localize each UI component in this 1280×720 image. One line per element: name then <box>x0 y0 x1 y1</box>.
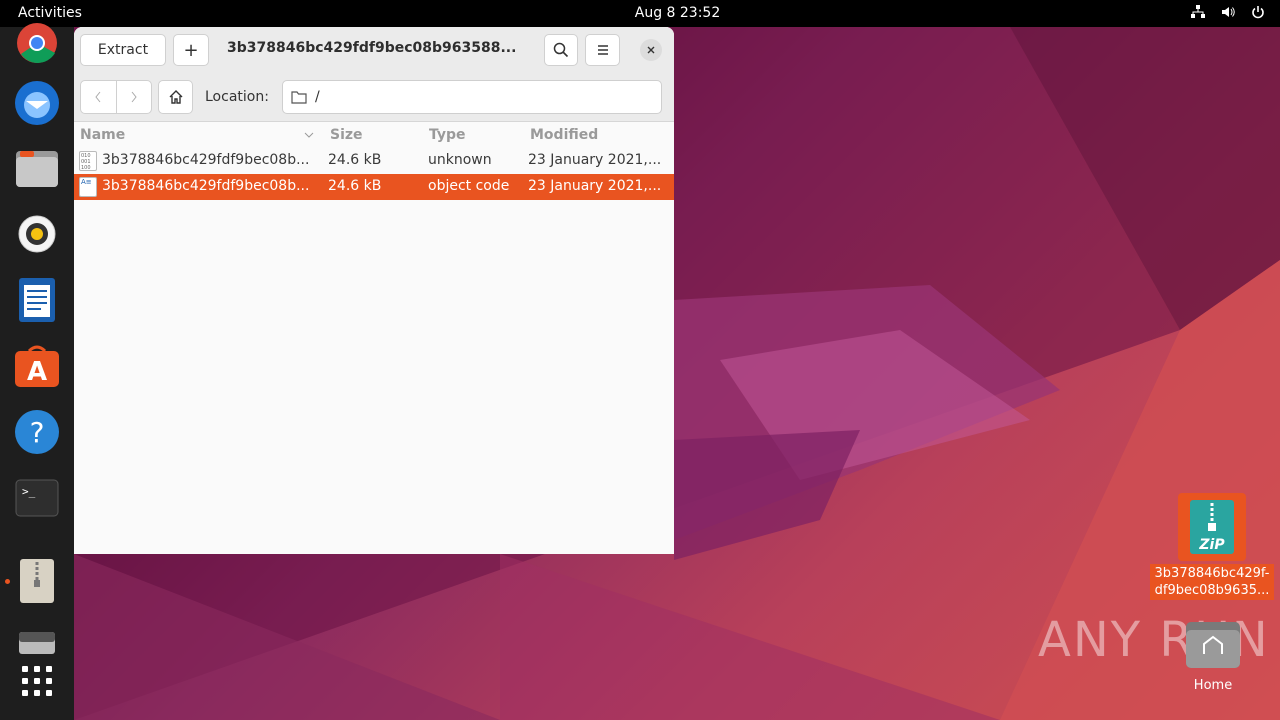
dock: A ? >_ <box>0 23 74 720</box>
home-button[interactable] <box>158 80 193 114</box>
file-name: 3b378846bc429fdf9bec08b... <box>102 178 310 194</box>
sort-chevron-down-icon <box>304 127 314 143</box>
app-center-icon[interactable]: A <box>13 342 61 390</box>
column-type[interactable]: Type <box>429 127 466 143</box>
home-icon <box>169 90 182 104</box>
chrome-icon[interactable] <box>13 19 61 67</box>
file-size: 24.6 kB <box>328 178 382 194</box>
file-modified: 23 January 2021,... <box>528 152 662 168</box>
writer-icon[interactable] <box>13 276 61 324</box>
header-bar: Extract + 3b378846bc429fdf9bec08b963588.… <box>74 27 674 72</box>
help-icon[interactable]: ? <box>13 408 61 456</box>
file-type: unknown <box>428 152 492 168</box>
app-grid-icon[interactable] <box>13 657 61 705</box>
archive-icon[interactable] <box>13 557 61 605</box>
file-modified: 23 January 2021,... <box>528 178 662 194</box>
location-bar: Location: / <box>74 72 674 122</box>
thunderbird-icon[interactable] <box>13 79 61 127</box>
extract-button[interactable]: Extract <box>80 34 166 66</box>
system-tray[interactable] <box>1190 4 1266 20</box>
window-title: 3b378846bc429fdf9bec08b963588... <box>227 40 517 56</box>
network-icon[interactable] <box>1190 4 1206 20</box>
folder-icon <box>291 91 307 104</box>
close-icon <box>647 46 655 54</box>
power-icon[interactable] <box>1250 4 1266 20</box>
svg-text:ZiP: ZiP <box>1198 537 1225 553</box>
column-header: Name Size Type Modified <box>74 123 674 147</box>
hamburger-icon <box>597 45 608 55</box>
archive-manager-window: Extract + 3b378846bc429fdf9bec08b963588.… <box>74 27 674 554</box>
volume-icon[interactable] <box>1220 4 1236 20</box>
close-button[interactable] <box>640 39 662 61</box>
top-bar: Activities Aug 8 23:52 <box>0 0 1280 27</box>
search-button[interactable] <box>544 34 578 66</box>
rhythmbox-icon[interactable] <box>13 210 61 258</box>
object-file-icon: A≡ <box>79 177 97 197</box>
file-row-selected[interactable]: A≡ 3b378846bc429fdf9bec08b... 24.6 kB ob… <box>74 174 674 200</box>
location-field[interactable]: / <box>282 80 662 114</box>
svg-text:>_: >_ <box>22 485 36 498</box>
binary-file-icon: 010 001 100 <box>79 151 97 171</box>
column-modified[interactable]: Modified <box>530 127 598 143</box>
search-icon <box>553 42 569 58</box>
home-label: Home <box>1193 678 1233 693</box>
zip-file-label: 3b378846bc429f-df9bec08b9635... <box>1150 564 1274 600</box>
chevron-right-icon <box>131 91 137 103</box>
file-row[interactable]: 010 001 100 3b378846bc429fdf9bec08b... 24.… <box>74 148 674 174</box>
column-size[interactable]: Size <box>330 127 363 143</box>
terminal-icon[interactable]: >_ <box>13 474 61 522</box>
file-size: 24.6 kB <box>328 152 382 168</box>
home-folder-icon <box>1184 618 1242 670</box>
folder-icon[interactable] <box>13 144 61 192</box>
zip-icon: ZiP <box>1178 493 1246 561</box>
desktop-zip-file[interactable]: ZiP 3b378846bc429f-df9bec08b9635... <box>1150 493 1274 600</box>
navigation-buttons <box>80 80 152 114</box>
clock[interactable]: Aug 8 23:52 <box>0 5 1280 21</box>
menu-button[interactable] <box>585 34 620 66</box>
running-indicator <box>5 579 10 584</box>
file-name: 3b378846bc429fdf9bec08b... <box>102 152 310 168</box>
desktop-home-folder[interactable]: Home <box>1170 618 1256 693</box>
file-type: object code <box>428 178 510 194</box>
column-name[interactable]: Name <box>80 127 125 143</box>
back-button[interactable] <box>81 81 117 113</box>
location-label: Location: <box>205 89 269 105</box>
chevron-left-icon <box>95 91 101 103</box>
add-files-button[interactable]: + <box>173 34 209 66</box>
svg-text:A: A <box>27 357 47 387</box>
forward-button[interactable] <box>117 81 152 113</box>
location-value: / <box>315 89 320 105</box>
svg-text:?: ? <box>30 416 45 449</box>
